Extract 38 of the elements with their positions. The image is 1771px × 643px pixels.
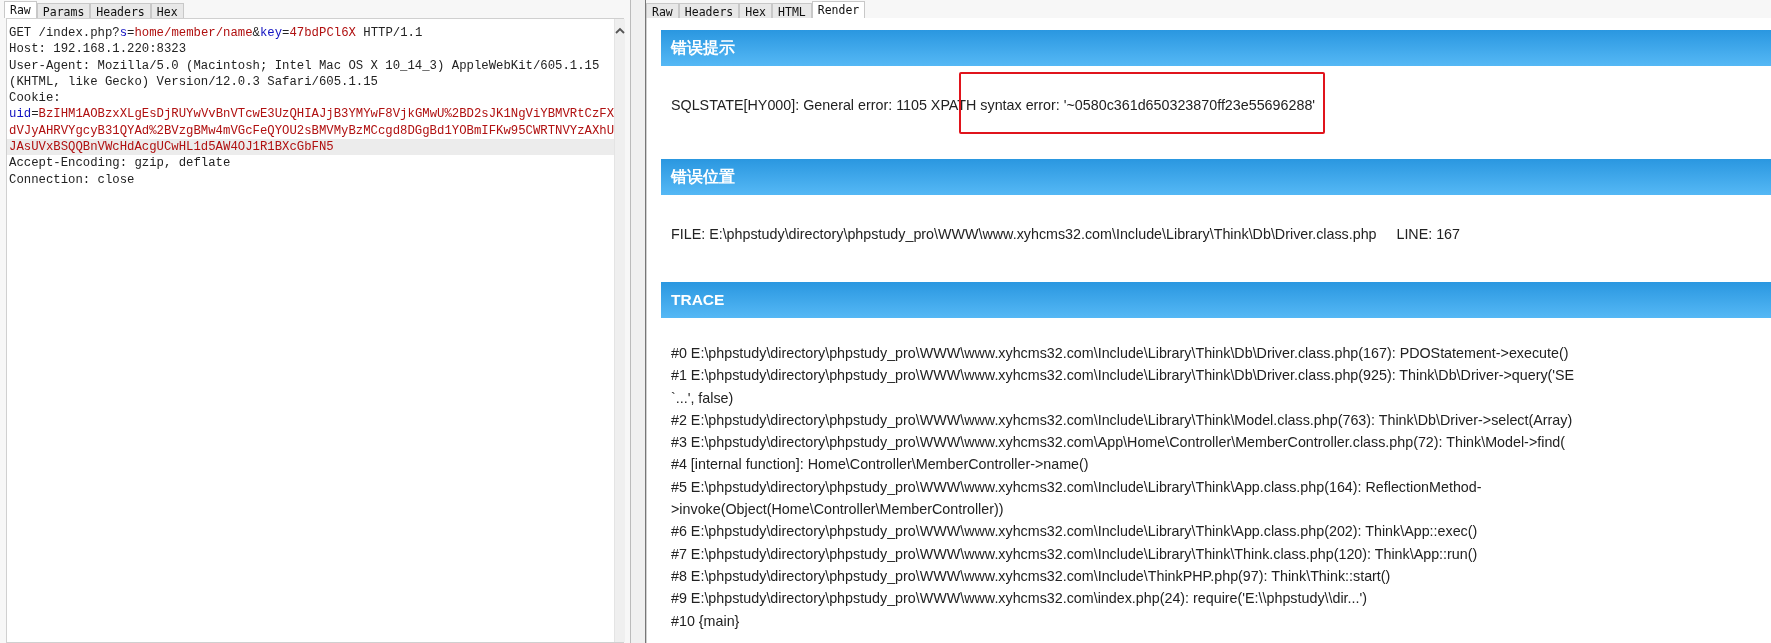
trace-line: #5 E:\phpstudy\directory\phpstudy_pro\WWW\www.xyhcms32.com\Include\Library\Think\App.class.php(164): ReflectionMethod- <box>671 477 1483 497</box>
request-line: uid=BzIHM1AOBzxXLgEsDjRUYwVvBnVTcwE3UzQHIAJjB3YMYwF8VjkGMwU%2BD2sJK1NgViYBMVRtCzFX <box>8 106 615 123</box>
tab[interactable]: Headers <box>678 3 740 18</box>
request-editor[interactable] <box>6 18 624 643</box>
tab[interactable]: HTML <box>772 3 812 18</box>
error-text: FILE: E:\phpstudy\directory\phpstudy_pro\WWW\www.xyhcms32.com\Include\Library\Think\Db\Driver.class.php LINE: 167 <box>671 225 1462 244</box>
tab[interactable]: Render <box>811 1 866 18</box>
trace-line: #7 E:\phpstudy\directory\phpstudy_pro\WWW\www.xyhcms32.com\Include\Library\Think\Think.class.php(120): Think\App::run() <box>671 544 1479 564</box>
trace-line: #2 E:\phpstudy\directory\phpstudy_pro\WWW\www.xyhcms32.com\Include\Library\Think\Model.class.php(763): Think\Db\Driver->select(Array) <box>671 410 1574 430</box>
request-line: User-Agent: Mozilla/5.0 (Macintosh; Intel Mac OS X 10_14_3) AppleWebKit/605.1.15 <box>8 57 601 74</box>
trace-line: #3 E:\phpstudy\directory\phpstudy_pro\WWW\www.xyhcms32.com\App\Home\Controller\MemberController.class.php(72): Think\Model->find( <box>671 433 1567 453</box>
trace-line: #9 E:\phpstudy\directory\phpstudy_pro\WWW\www.xyhcms32.com\index.php(24): require('E:\\phpstudy\\dir...') <box>671 589 1368 609</box>
trace-line: #8 E:\phpstudy\directory\phpstudy_pro\WWW\www.xyhcms32.com\Include\ThinkPHP.php(97): Think\Think::start() <box>671 566 1392 586</box>
tab[interactable]: Headers <box>90 3 151 18</box>
trace-line: #6 E:\phpstudy\directory\phpstudy_pro\WWW\www.xyhcms32.com\Include\Library\Think\App.class.php(202): Think\App::exec() <box>671 522 1479 542</box>
section-header: 错误位置 <box>661 159 1771 195</box>
trace-line: #10 {main} <box>671 611 741 631</box>
trace-line: #0 E:\phpstudy\directory\phpstudy_pro\WWW\www.xyhcms32.com\Include\Library\Think\Db\Driver.class.php(167): PDOStatement->execute() <box>671 344 1570 363</box>
trace-line: #4 [internal function]: Home\Controller\MemberController->name() <box>671 455 1090 475</box>
tab[interactable]: Raw <box>646 3 679 18</box>
tab[interactable]: Hex <box>150 3 184 18</box>
chevron-up-icon[interactable] <box>615 27 626 34</box>
section-header: 错误提示 <box>661 30 1771 66</box>
request-line: GET /index.php?s=home/member/name&key=47bdPCl6X HTTP/1.1 <box>8 25 424 42</box>
request-line: Host: 192.168.1.220:8323 <box>8 41 188 58</box>
request-line: Connection: close <box>8 171 136 188</box>
section-header: TRACE <box>661 282 1771 318</box>
request-line: Accept-Encoding: gzip, deflate <box>8 155 232 172</box>
tab[interactable]: Params <box>36 3 91 18</box>
request-line: dVJyAHRVYgcyB31QYAd%2BVzgBMw4mVGcFeQYOU2sBMVMyBzMCcgd8DGgBd1YOBmIFKw95CWRTNVYzAXhU <box>8 122 615 140</box>
tab[interactable]: Raw <box>4 1 37 18</box>
trace-line: `...', false) <box>671 388 735 408</box>
trace-line: #1 E:\phpstudy\directory\phpstudy_pro\WWW\www.xyhcms32.com\Include\Library\Think\Db\Driver.class.php(925): Think\Db\Driver->query('SE <box>671 366 1576 386</box>
request-line: Cookie: <box>8 90 62 107</box>
request-line: (KHTML, like Gecko) Version/12.0.3 Safari/605.1.15 <box>8 73 379 91</box>
tab[interactable]: Hex <box>739 3 773 18</box>
scrollbar[interactable] <box>614 19 626 642</box>
trace-line: >invoke(Object(Home\Controller\MemberController)) <box>671 500 1005 520</box>
